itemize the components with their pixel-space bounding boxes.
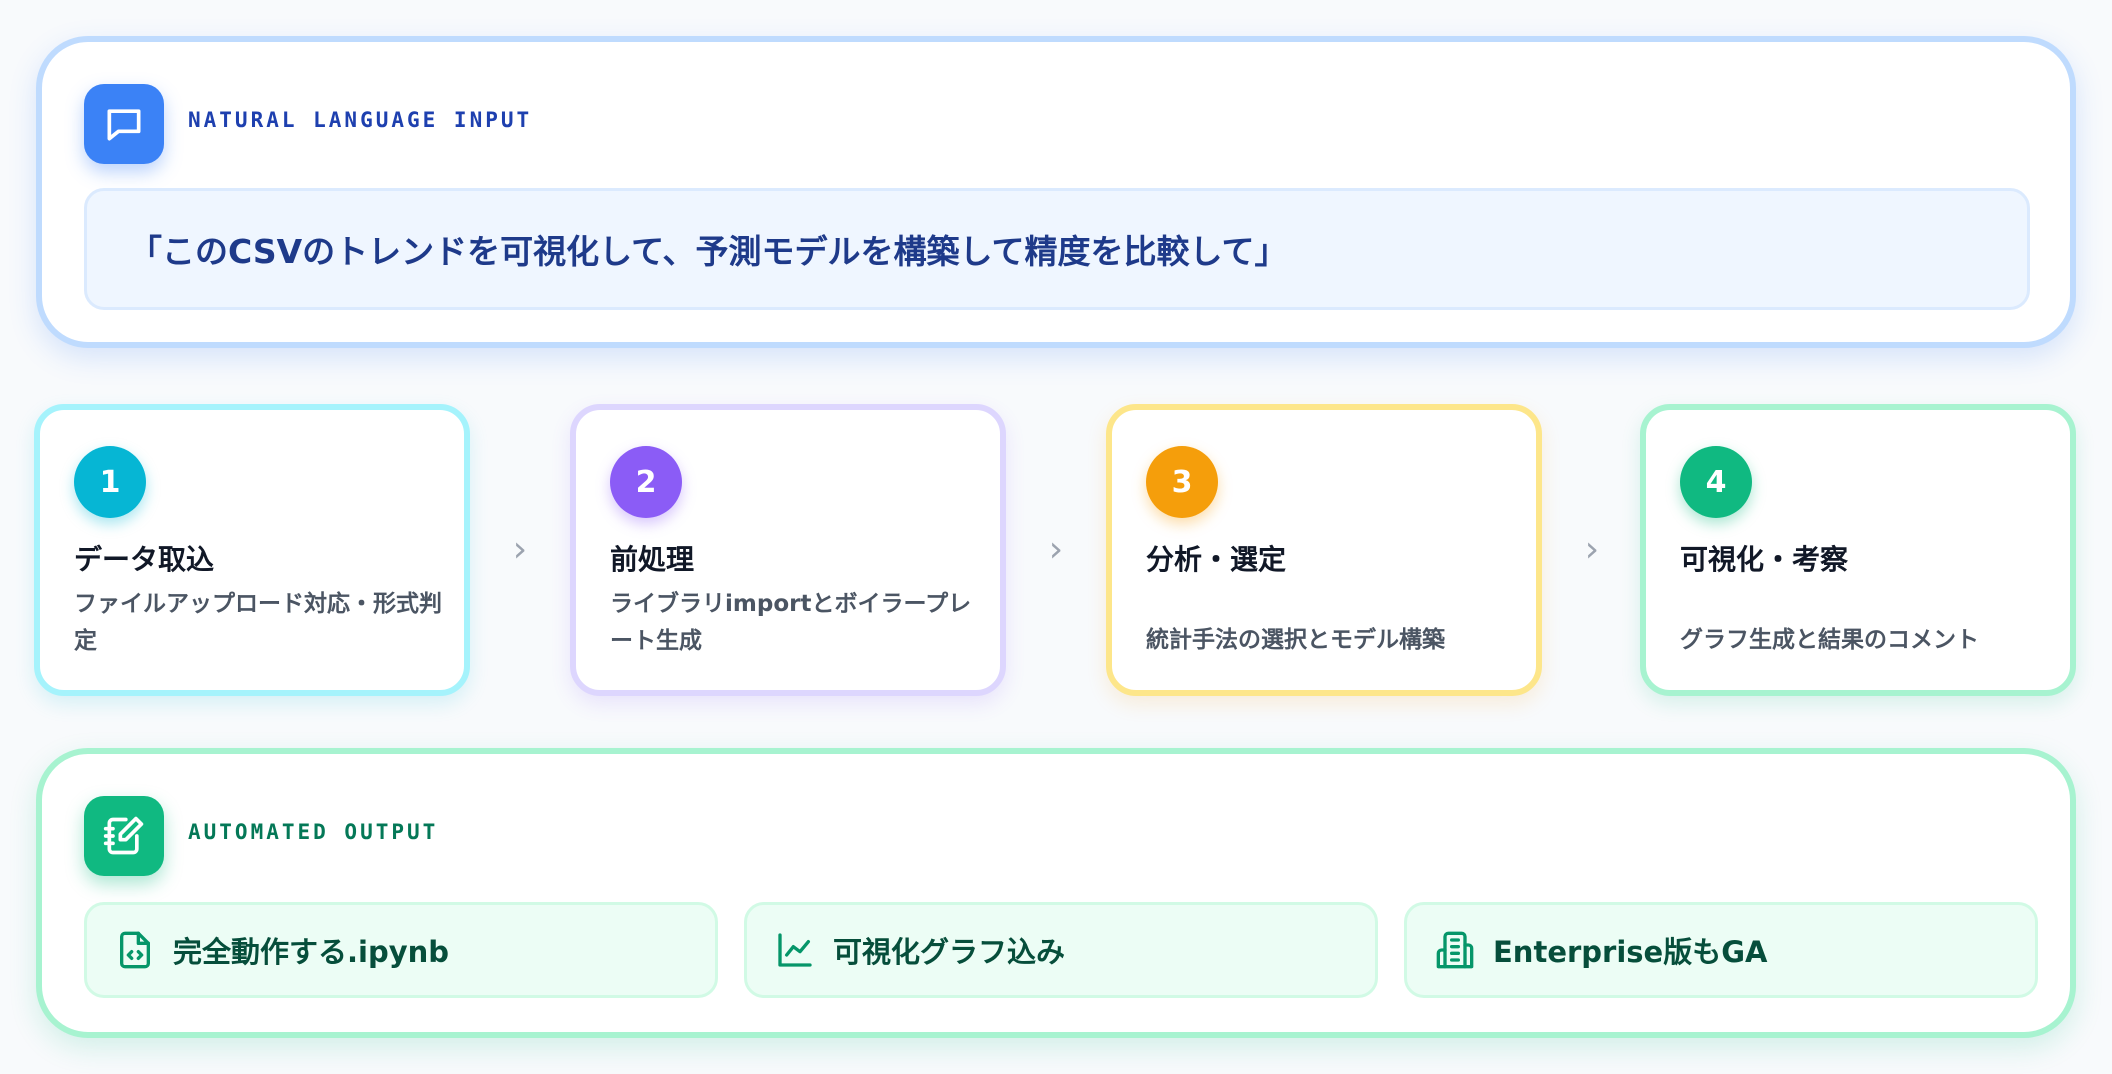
step-title: 可視化・考察 [1680, 543, 1849, 576]
step-card-4: 4 可視化・考察 グラフ生成と結果のコメント [1640, 404, 2076, 696]
step-number-badge: 2 [610, 446, 682, 518]
automated-output-card: AUTOMATED OUTPUT 完全動作する.ipynb 可視化グラフ込み E… [36, 748, 2076, 1038]
step-number-badge: 3 [1146, 446, 1218, 518]
step-description: グラフ生成と結果のコメント [1680, 627, 1979, 653]
step-card-3: 3 分析・選定 統計手法の選択とモデル構築 [1106, 404, 1542, 696]
step-description: ファイルアップロード対応・形式判定 [74, 591, 442, 654]
output-header-label: AUTOMATED OUTPUT [188, 820, 439, 844]
output-item-enterprise: Enterprise版もGA [1404, 902, 2038, 998]
step-description: 統計手法の選択とモデル構築 [1146, 627, 1445, 653]
chevron-right-icon: › [1048, 529, 1064, 570]
notebook-file-icon [115, 930, 155, 970]
step-description: ライブラリimportとボイラープレート生成 [610, 591, 972, 654]
prompt-text-box: 「このCSVのトレンドを可視化して、予測モデルを構築して精度を比較して」 [84, 188, 2030, 310]
output-item-charts: 可視化グラフ込み [744, 902, 1378, 998]
output-item-notebook: 完全動作する.ipynb [84, 902, 718, 998]
output-item-label: 可視化グラフ込み [833, 935, 1066, 969]
chat-bubble-icon [84, 84, 164, 164]
natural-language-input-card: NATURAL LANGUAGE INPUT 「このCSVのトレンドを可視化して… [36, 36, 2076, 348]
step-title: データ取込 [74, 543, 215, 576]
step-title: 前処理 [610, 543, 695, 576]
output-item-label: 完全動作する.ipynb [173, 935, 450, 969]
step-title: 分析・選定 [1146, 543, 1287, 576]
line-chart-icon [775, 930, 815, 970]
notebook-pen-icon [84, 796, 164, 876]
building-icon [1435, 930, 1475, 970]
step-number-badge: 1 [74, 446, 146, 518]
step-number-badge: 4 [1680, 446, 1752, 518]
chevron-right-icon: › [512, 529, 528, 570]
output-item-label: Enterprise版もGA [1493, 935, 1768, 969]
chevron-right-icon: › [1584, 529, 1600, 570]
prompt-text: 「このCSVのトレンドを可視化して、予測モデルを構築して精度を比較して」 [129, 232, 1288, 271]
step-card-2: 2 前処理 ライブラリimportとボイラープレート生成 [570, 404, 1006, 696]
step-card-1: 1 データ取込 ファイルアップロード対応・形式判定 [34, 404, 470, 696]
input-header-label: NATURAL LANGUAGE INPUT [188, 108, 533, 132]
